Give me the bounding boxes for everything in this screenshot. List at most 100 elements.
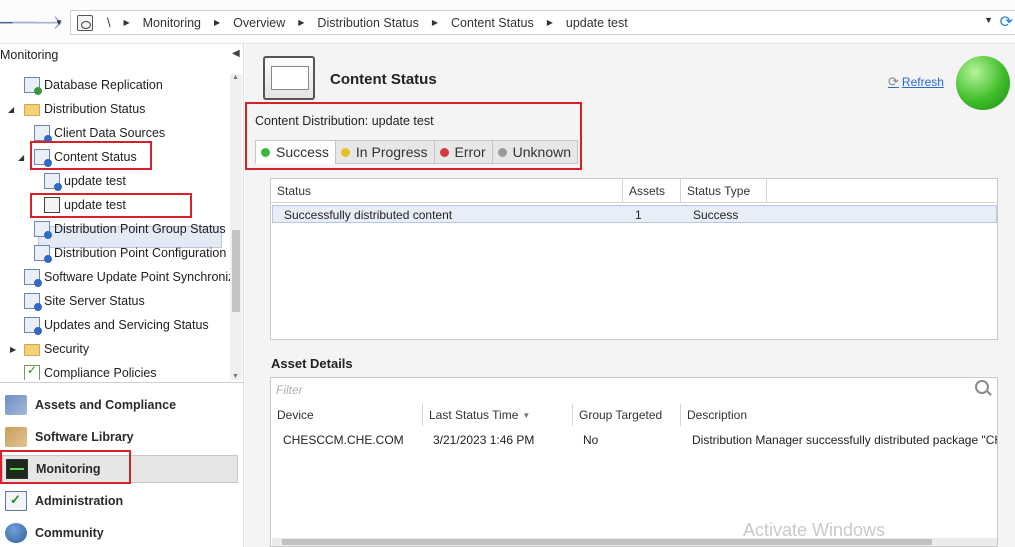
cell-last-status-time: 3/21/2023 1:46 PM (433, 433, 535, 447)
column-header-label: Last Status Time (429, 408, 519, 422)
collapse-pane-icon[interactable]: ◀ (232, 48, 240, 59)
tree-item-label: Distribution Status (44, 102, 146, 116)
software-library-icon (5, 427, 27, 447)
workspace-label: Administration (35, 494, 124, 508)
distribution-point-group-icon (34, 221, 52, 239)
tree-item-label: Site Server Status (44, 294, 145, 308)
breadcrumb-update-test[interactable]: update test (566, 16, 628, 30)
column-header-assets[interactable]: Assets (623, 179, 681, 203)
breadcrumb-distribution-status[interactable]: Distribution Status (317, 16, 418, 30)
tree-item-label: Security (44, 342, 90, 356)
workspace-software-library[interactable]: Software Library (2, 423, 238, 451)
breadcrumb-separator-icon[interactable]: ▶ (123, 18, 129, 27)
tree-item-label: Database Replication (44, 78, 163, 92)
workspace-community[interactable]: Community (2, 519, 238, 547)
column-header-last-status-time[interactable]: Last Status Time ▼ (423, 404, 573, 426)
workspace-label: Community (35, 526, 104, 540)
cell-device: CHESCCM.CHE.COM (283, 433, 404, 447)
tree-item-label: Updates and Servicing Status (44, 318, 209, 332)
workspace-administration[interactable]: Administration (2, 487, 238, 515)
address-dropdown-icon[interactable]: ▼ (984, 15, 993, 25)
folder-icon (24, 344, 40, 356)
tree-item-label: update test (64, 174, 126, 188)
forward-arrow-icon[interactable]: 🡒 (10, 11, 64, 34)
scroll-down-icon[interactable]: ▼ (232, 373, 239, 380)
cell-group-targeted: No (583, 433, 599, 447)
breadcrumb-root[interactable]: \ (107, 16, 110, 30)
tree-item-label: Distribution Point Configuration (54, 246, 227, 260)
breadcrumb-monitoring[interactable]: Monitoring (143, 16, 201, 30)
breadcrumb-separator-icon[interactable]: ▶ (547, 18, 553, 27)
table-row[interactable]: Successfully distributed content 1 Succe… (272, 205, 997, 223)
assets-compliance-icon (5, 395, 27, 415)
folder-icon (24, 104, 40, 116)
annotation-box-update-test (30, 193, 192, 218)
filter-input[interactable]: Filter (276, 383, 303, 397)
horizontal-scrollbar[interactable] (272, 538, 997, 546)
tree-item-update-test[interactable]: update test (44, 170, 126, 192)
column-header-status-type[interactable]: Status Type (681, 179, 767, 203)
cell-assets: 1 (635, 208, 642, 222)
workspace-label: Assets and Compliance (35, 398, 177, 412)
address-bar: 🡐 🡒 ▼ \ ▶ Monitoring ▶ Overview ▶ Distri… (0, 0, 1015, 44)
administration-icon (5, 491, 27, 511)
scroll-up-icon[interactable]: ▲ (232, 74, 239, 81)
tree-item-database-replication[interactable]: Database Replication (24, 74, 163, 96)
refresh-link[interactable]: ⟳ Refresh (888, 74, 944, 90)
history-dropdown-icon[interactable]: ▼ (55, 18, 63, 27)
filter-bar[interactable]: Filter (271, 378, 997, 400)
breadcrumb-overview[interactable]: Overview (233, 16, 285, 30)
tree-item-distribution-status[interactable]: Distribution Status (24, 98, 145, 120)
cell-status-type: Success (693, 208, 739, 222)
annotation-box-monitoring (0, 450, 131, 484)
column-header-group-targeted[interactable]: Group Targeted (573, 404, 681, 426)
page-title: Content Status (330, 71, 437, 88)
updates-servicing-icon (24, 317, 42, 335)
address-refresh-icon[interactable]: ⟳ (1000, 12, 1013, 32)
status-summary-grid: Status Assets Status Type Successfully d… (270, 178, 998, 340)
navigation-scrollbar[interactable]: ▲ ▼ (230, 74, 242, 380)
site-server-icon (24, 293, 42, 311)
refresh-label: Refresh (901, 75, 944, 89)
status-indicator-icon (956, 56, 1010, 110)
console-root-icon (77, 14, 93, 31)
tree-item-site-server-status[interactable]: Site Server Status (24, 290, 145, 312)
tree-item-updates-and-servicing[interactable]: Updates and Servicing Status (24, 314, 209, 336)
asset-details-grid: Filter Device Last Status Time ▼ Group T… (270, 377, 998, 547)
column-header-device[interactable]: Device (271, 404, 423, 426)
activation-watermark: Activate Windows (743, 520, 886, 540)
tree-item-label: Distribution Point Group Status (54, 222, 226, 236)
expanded-arrow-icon[interactable]: ◢ (18, 153, 24, 162)
cell-status: Successfully distributed content (284, 208, 453, 222)
workspace-assets-and-compliance[interactable]: Assets and Compliance (2, 391, 238, 419)
database-replication-icon (24, 77, 42, 95)
compliance-check-icon (24, 363, 40, 380)
tree-item-software-update-point-sync[interactable]: Software Update Point Synchroniz (24, 266, 230, 288)
tree-item-compliance-policies[interactable]: Compliance Policies (24, 362, 157, 380)
tree-item-distribution-point-configuration[interactable]: Distribution Point Configuration (34, 242, 226, 264)
navigation-tree: Database Replication ◢ Distribution Stat… (0, 74, 230, 380)
navigation-pane-title: Monitoring (0, 48, 59, 62)
search-icon[interactable] (975, 380, 989, 394)
breadcrumb-separator-icon[interactable]: ▶ (214, 18, 220, 27)
distribution-point-config-icon (34, 245, 52, 263)
column-header-description[interactable]: Description (681, 404, 997, 426)
grid-header: Status Assets Status Type (271, 179, 997, 203)
breadcrumb-separator-icon[interactable]: ▶ (298, 18, 304, 27)
content-item-icon (44, 173, 62, 191)
refresh-icon: ⟳ (888, 74, 899, 89)
tree-item-label: Software Update Point Synchroniz (44, 270, 230, 284)
annotation-box-content-status (30, 141, 152, 170)
client-data-sources-icon (34, 125, 52, 143)
tree-item-label: Compliance Policies (44, 366, 157, 380)
asset-details-title: Asset Details (271, 356, 353, 371)
expanded-arrow-icon[interactable]: ◢ (8, 105, 14, 114)
breadcrumb-separator-icon[interactable]: ▶ (432, 18, 438, 27)
tree-item-security[interactable]: Security (24, 338, 89, 360)
breadcrumb-content-status[interactable]: Content Status (451, 16, 534, 30)
tree-item-distribution-point-group-status[interactable]: Distribution Point Group Status (34, 218, 226, 240)
collapsed-arrow-icon[interactable]: ▶ (10, 345, 16, 354)
column-header-status[interactable]: Status (271, 179, 623, 203)
scrollbar-thumb[interactable] (232, 230, 240, 312)
sort-descending-icon: ▼ (522, 410, 531, 420)
